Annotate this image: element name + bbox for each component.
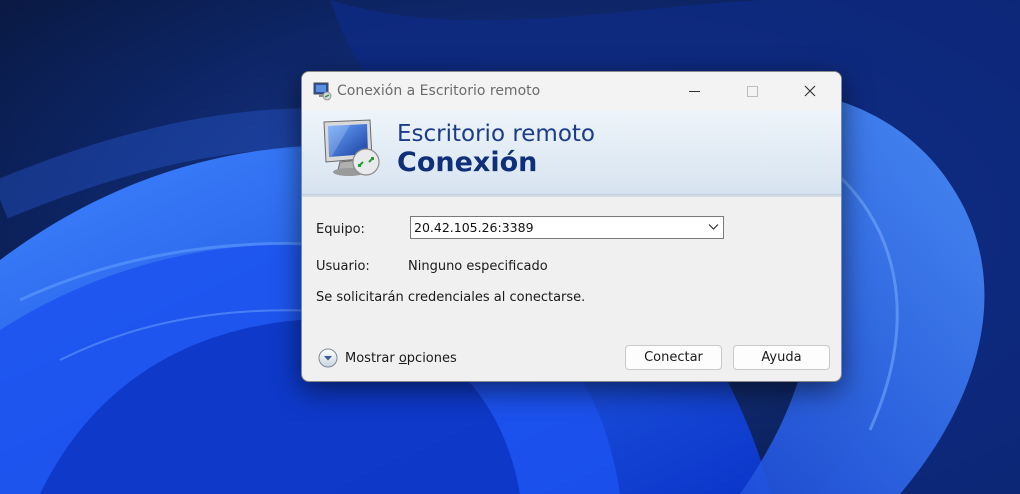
user-label: Usuario: [316,259,370,274]
header-banner: Escritorio remoto Conexión [302,110,841,195]
minimize-icon [688,90,700,92]
show-options-text-prefix: Mostrar [345,350,399,366]
user-value: Ninguno especificado [408,259,548,274]
show-options-label[interactable]: Mostrar opciones [345,351,457,366]
connect-button-label: Conectar [644,350,703,365]
remote-desktop-monitor-icon [323,119,380,176]
connect-button[interactable]: Conectar [625,345,722,370]
maximize-icon [746,85,758,97]
show-options-text-suffix: pciones [406,350,457,366]
help-button[interactable]: Ayuda [733,345,830,370]
show-options-mnemonic: o [398,350,407,366]
expand-circle-icon[interactable] [318,348,338,368]
window-title: Conexión a Escritorio remoto [337,83,541,99]
banner-title-line2: Conexión [397,147,538,178]
banner-title-line1: Escritorio remoto [397,121,595,147]
close-button[interactable] [781,72,839,110]
computer-combobox[interactable]: 20.42.105.26:3389 [410,216,724,239]
computer-input[interactable]: 20.42.105.26:3389 [414,220,534,235]
credentials-note: Se solicitarán credenciales al conectars… [316,290,586,305]
divider [302,195,841,197]
close-icon [804,85,816,97]
remote-desktop-dialog: Conexión a Escritorio remoto Escritorio … [301,71,842,382]
title-bar[interactable]: Conexión a Escritorio remoto [302,72,841,110]
desktop: Conexión a Escritorio remoto Escritorio … [0,0,1020,494]
maximize-button[interactable] [723,72,781,110]
show-options-toggle[interactable]: Mostrar opciones [318,347,457,369]
help-button-label: Ayuda [761,350,802,365]
minimize-button[interactable] [665,72,723,110]
computer-label: Equipo: [316,222,365,237]
remote-desktop-icon [313,82,332,101]
chevron-down-icon[interactable] [708,223,719,231]
